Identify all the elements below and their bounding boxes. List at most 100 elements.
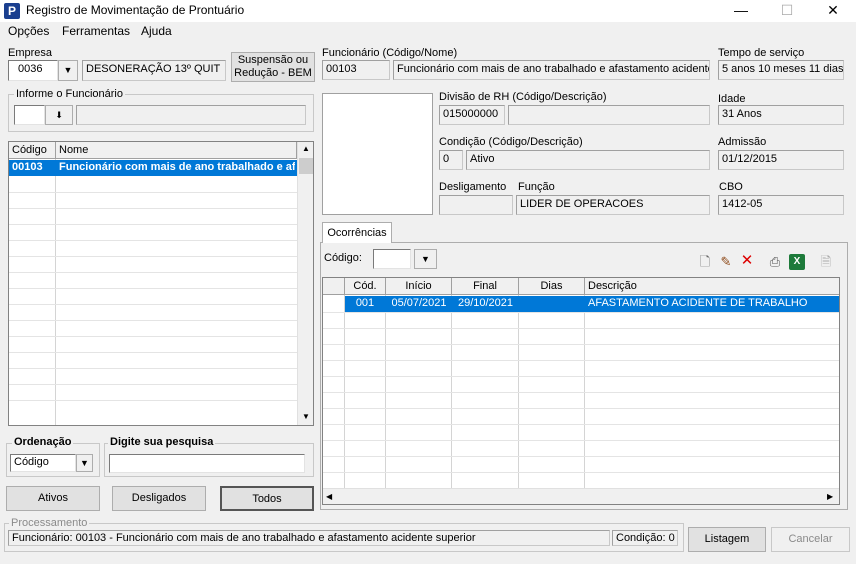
scroll-up-arrow-icon[interactable]: ▲	[298, 144, 313, 153]
grid-row-line	[323, 424, 839, 425]
processamento-label: Processamento	[9, 517, 90, 529]
menu-opcoes[interactable]: Opções	[8, 24, 49, 38]
grid-row-line	[9, 256, 313, 257]
grid-row-line	[323, 360, 839, 361]
grid-row-line	[9, 368, 313, 369]
ordenacao-dropdown-button[interactable]: ▼	[76, 454, 93, 472]
grid-row-line	[323, 440, 839, 441]
grid-row-line	[323, 328, 839, 329]
scroll-left-arrow-icon[interactable]: ◀	[326, 492, 332, 501]
cbo-label: CBO	[719, 181, 743, 193]
row-indicator-header	[323, 278, 345, 295]
column-header-inicio[interactable]: Início	[386, 278, 452, 295]
processamento-status-field: Funcionário: 00103 - Funcionário com mai…	[8, 530, 610, 546]
column-header-final[interactable]: Final	[452, 278, 519, 295]
informe-display-field	[76, 105, 306, 125]
funcionario-code-field: 00103	[322, 60, 390, 80]
informe-lookup-button[interactable]: ⬇	[45, 105, 73, 125]
grid-column-divider	[451, 295, 452, 504]
ocorrencias-codigo-dropdown[interactable]: ▼	[414, 249, 437, 269]
grid-row-line	[323, 376, 839, 377]
excel-export-icon[interactable]: X	[789, 254, 805, 270]
empresa-dropdown-button[interactable]: ▼	[58, 60, 78, 81]
ordenacao-select[interactable]: Código	[10, 454, 76, 472]
grid-row-line	[323, 312, 839, 313]
informe-input[interactable]	[14, 105, 45, 125]
minimize-button[interactable]: —	[718, 0, 764, 22]
download-arrow-icon: ⬇	[55, 110, 63, 120]
column-header-cod[interactable]: Cód.	[345, 278, 386, 295]
ocorrencia-inicio: 05/07/2021	[391, 297, 447, 309]
pesquisa-label: Digite sua pesquisa	[108, 436, 216, 448]
ocorrencia-final: 29/10/2021	[457, 297, 514, 309]
condicao-label: Condição (Código/Descrição)	[439, 136, 583, 148]
funcionario-label: Funcionário (Código/Nome)	[322, 47, 458, 59]
ocorrencias-hscrollbar[interactable]: ◀ ▶	[323, 488, 839, 504]
suspensao-reducao-button[interactable]: Suspensão ou Redução - BEM	[231, 52, 315, 82]
grid-row-line	[9, 288, 313, 289]
listagem-button[interactable]: Listagem	[688, 527, 766, 552]
employee-row-codigo: 00103	[12, 161, 43, 173]
admissao-label: Admissão	[718, 136, 767, 148]
grid-row-line	[323, 456, 839, 457]
maximize-button[interactable]: ☐	[764, 0, 810, 22]
employee-grid-vscrollbar[interactable]: ▲ ▼	[297, 142, 313, 425]
employee-grid-header: Código Nome	[9, 142, 313, 159]
tab-ocorrencias[interactable]: Ocorrências	[322, 222, 392, 243]
grid-row-line	[323, 408, 839, 409]
condicao-desc-field: Ativo	[466, 150, 710, 170]
column-header-codigo[interactable]: Código	[9, 142, 56, 159]
ocorrencia-descricao: AFASTAMENTO ACIDENTE DE TRABALHO	[588, 297, 808, 309]
grid-row-line	[9, 272, 313, 273]
ativos-button[interactable]: Ativos	[6, 486, 100, 511]
grid-row-line	[323, 392, 839, 393]
informe-label: Informe o Funcionário	[14, 88, 125, 100]
grid-row-line	[9, 240, 313, 241]
scroll-thumb[interactable]	[299, 158, 313, 174]
idade-label: Idade	[718, 93, 746, 105]
ocorrencia-cod: 001	[355, 297, 375, 309]
cancelar-button[interactable]: Cancelar	[771, 527, 850, 552]
desligamento-label: Desligamento	[439, 181, 507, 193]
ocorrencia-dias	[519, 296, 585, 312]
window-title: Registro de Movimentação de Prontuário	[26, 3, 245, 17]
delete-icon[interactable]: ✕	[739, 253, 755, 269]
empresa-code-field[interactable]: 0036	[8, 60, 58, 81]
grid-column-divider	[385, 295, 386, 504]
menu-ajuda[interactable]: Ajuda	[141, 24, 172, 38]
scroll-down-arrow-icon[interactable]: ▼	[298, 412, 313, 421]
report-icon[interactable]: 🗎	[818, 254, 834, 270]
column-header-nome[interactable]: Nome	[56, 142, 297, 159]
todos-button[interactable]: Todos	[220, 486, 314, 511]
desligados-button[interactable]: Desligados	[112, 486, 206, 511]
column-header-dias[interactable]: Dias	[519, 278, 585, 295]
employee-grid: Código Nome 00103 Funcionário com mais d…	[8, 141, 314, 426]
grid-row-line	[9, 224, 313, 225]
close-button[interactable]: ✕	[810, 0, 856, 22]
funcao-field: LIDER DE OPERACOES	[516, 195, 710, 215]
scroll-right-arrow-icon[interactable]: ▶	[827, 492, 833, 501]
grid-row-line	[9, 352, 313, 353]
divisao-label: Divisão de RH (Código/Descrição)	[439, 91, 607, 103]
print-icon[interactable]: ⎙	[767, 254, 783, 270]
cbo-field: 1412-05	[718, 195, 844, 215]
new-document-icon[interactable]: 🗋	[697, 254, 713, 270]
grid-row-line	[323, 472, 839, 473]
employee-row-selected[interactable]: 00103 Funcionário com mais de ano trabal…	[9, 160, 297, 176]
grid-column-divider	[55, 159, 56, 425]
divisao-code-field: 015000000	[439, 105, 505, 125]
admissao-field: 01/12/2015	[718, 150, 844, 170]
empresa-name-field: DESONERAÇÃO 13º QUIT	[82, 60, 226, 81]
edit-pencil-icon[interactable]: ✎	[718, 254, 734, 270]
grid-row-line	[9, 400, 313, 401]
menu-ferramentas[interactable]: Ferramentas	[62, 24, 130, 38]
desligamento-field	[439, 195, 513, 215]
pesquisa-input[interactable]	[109, 454, 305, 473]
column-header-descricao[interactable]: Descrição	[585, 278, 839, 295]
ocorrencia-row-selected[interactable]: 001 05/07/2021 29/10/2021 AFASTAMENTO AC…	[345, 296, 839, 312]
grid-row-line	[9, 208, 313, 209]
ocorrencias-codigo-input[interactable]	[373, 249, 411, 269]
grid-column-divider	[344, 295, 345, 504]
grid-row-line	[323, 344, 839, 345]
app-icon: P	[4, 3, 20, 19]
